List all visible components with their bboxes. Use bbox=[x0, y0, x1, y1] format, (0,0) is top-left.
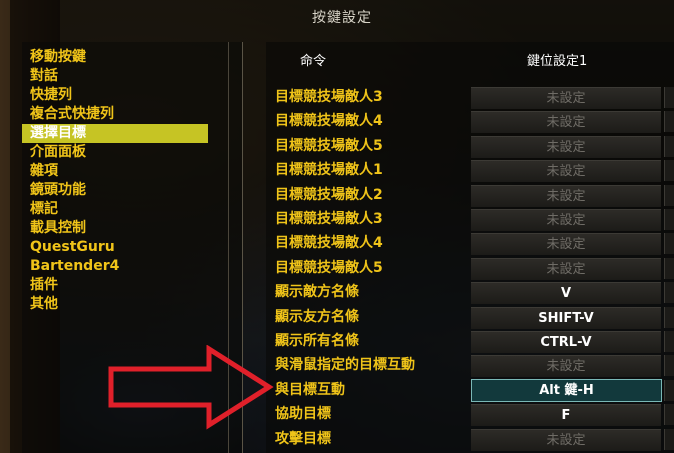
command-label: 目標競技場敵人5 bbox=[275, 137, 383, 154]
keybinding2-slot[interactable] bbox=[664, 282, 674, 304]
red-arrow-annotation bbox=[108, 345, 274, 430]
keybinding-button[interactable]: SHIFT-V bbox=[471, 306, 661, 329]
category-item[interactable]: 對話 bbox=[30, 67, 58, 86]
category-item[interactable]: 移動按鍵 bbox=[30, 48, 86, 67]
keybinding-row: 目標競技場敵人4 未設定 bbox=[0, 232, 674, 256]
command-label: 目標競技場敵人3 bbox=[275, 211, 383, 227]
keybinding2-slot[interactable] bbox=[664, 404, 674, 426]
command-label: 目標競技場敵人1 bbox=[275, 162, 383, 179]
keybinding-row: 顯示敵方名條 V bbox=[0, 281, 674, 305]
command-label: 顯示敵方名條 bbox=[275, 284, 359, 301]
keybinding-button[interactable]: 未設定 bbox=[471, 87, 661, 109]
keybinding-row: 目標競技場敵人3 未設定 bbox=[0, 86, 674, 109]
keybinding2-slot[interactable] bbox=[664, 331, 674, 352]
command-label: 攻擊目標 bbox=[275, 430, 331, 447]
keybinding-button-active[interactable]: Alt 鍵-H bbox=[471, 378, 662, 402]
keybinding-row: 目標競技場敵人5 未設定 bbox=[0, 135, 674, 158]
keybinding-row: 攻擊目標 未設定 bbox=[0, 428, 674, 451]
keybinding-button[interactable]: CTRL-V bbox=[471, 331, 661, 353]
keybinding-button[interactable]: 未設定 bbox=[471, 209, 661, 231]
keybinding-row: 目標競技場敵人2 未設定 bbox=[0, 184, 674, 207]
column-header-command: 命令 bbox=[300, 54, 327, 69]
keybinding2-slot[interactable] bbox=[664, 87, 674, 108]
keybinding-row: 目標競技場敵人5 未設定 bbox=[0, 257, 674, 280]
command-label: 目標競技場敵人2 bbox=[275, 186, 383, 203]
command-label: 顯示友方名條 bbox=[275, 308, 359, 325]
command-label: 目標競技場敵人4 bbox=[275, 113, 383, 130]
command-label: 目標競技場敵人3 bbox=[275, 89, 383, 105]
keybinding-button[interactable]: 未設定 bbox=[471, 135, 661, 158]
keybinding2-slot[interactable] bbox=[664, 233, 674, 255]
keybinding-button[interactable]: 未設定 bbox=[471, 355, 661, 378]
keybinding-row: 顯示友方名條 SHIFT-V bbox=[0, 306, 674, 329]
keybinding-row: 協助目標 F bbox=[0, 403, 674, 427]
keybinding-button[interactable]: 未設定 bbox=[471, 233, 661, 256]
keybinding2-slot[interactable] bbox=[664, 209, 674, 230]
keybinding-button[interactable]: V bbox=[471, 282, 661, 305]
command-label: 目標競技場敵人5 bbox=[275, 259, 383, 276]
keybinding2-slot[interactable] bbox=[664, 355, 674, 377]
command-label: 與目標互動 bbox=[275, 381, 345, 398]
keybinding-button[interactable]: 未設定 bbox=[471, 257, 661, 280]
keybinding2-slot[interactable] bbox=[664, 135, 674, 157]
keybinding2-slot[interactable] bbox=[664, 428, 674, 450]
keybinding2-slot[interactable] bbox=[664, 379, 674, 401]
keybinding-row: 顯示所有名條 CTRL-V bbox=[0, 330, 674, 353]
keybinding2-slot[interactable] bbox=[664, 111, 674, 133]
dialog-title: 按鍵設定 bbox=[312, 10, 372, 26]
keybinding2-slot[interactable] bbox=[664, 160, 674, 182]
keybinding-row: 與滑鼠指定的目標互動 未設定 bbox=[0, 354, 674, 378]
command-label: 與滑鼠指定的目標互動 bbox=[275, 357, 415, 374]
keybinding2-slot[interactable] bbox=[664, 306, 674, 328]
command-label: 協助目標 bbox=[275, 406, 331, 423]
command-label: 顯示所有名條 bbox=[275, 333, 359, 349]
keybinding-row: 與目標互動 Alt 鍵-H bbox=[0, 378, 674, 402]
command-label: 目標競技場敵人4 bbox=[275, 235, 383, 252]
keybinding-button[interactable]: 未設定 bbox=[471, 428, 661, 451]
keybinding-row: 目標競技場敵人3 未設定 bbox=[0, 208, 674, 231]
keybinding-row: 目標競技場敵人1 未設定 bbox=[0, 159, 674, 183]
keybinding-button[interactable]: 未設定 bbox=[471, 160, 661, 183]
keybinding-row: 目標競技場敵人4 未設定 bbox=[0, 110, 674, 134]
keybinding-button[interactable]: F bbox=[471, 404, 661, 427]
column-header-key1: 鍵位設定1 bbox=[527, 54, 588, 69]
keybinding2-slot[interactable] bbox=[664, 184, 674, 206]
keybinding-button[interactable]: 未設定 bbox=[471, 184, 661, 207]
keybinding-button[interactable]: 未設定 bbox=[471, 111, 661, 134]
keybinding2-slot[interactable] bbox=[664, 257, 674, 279]
